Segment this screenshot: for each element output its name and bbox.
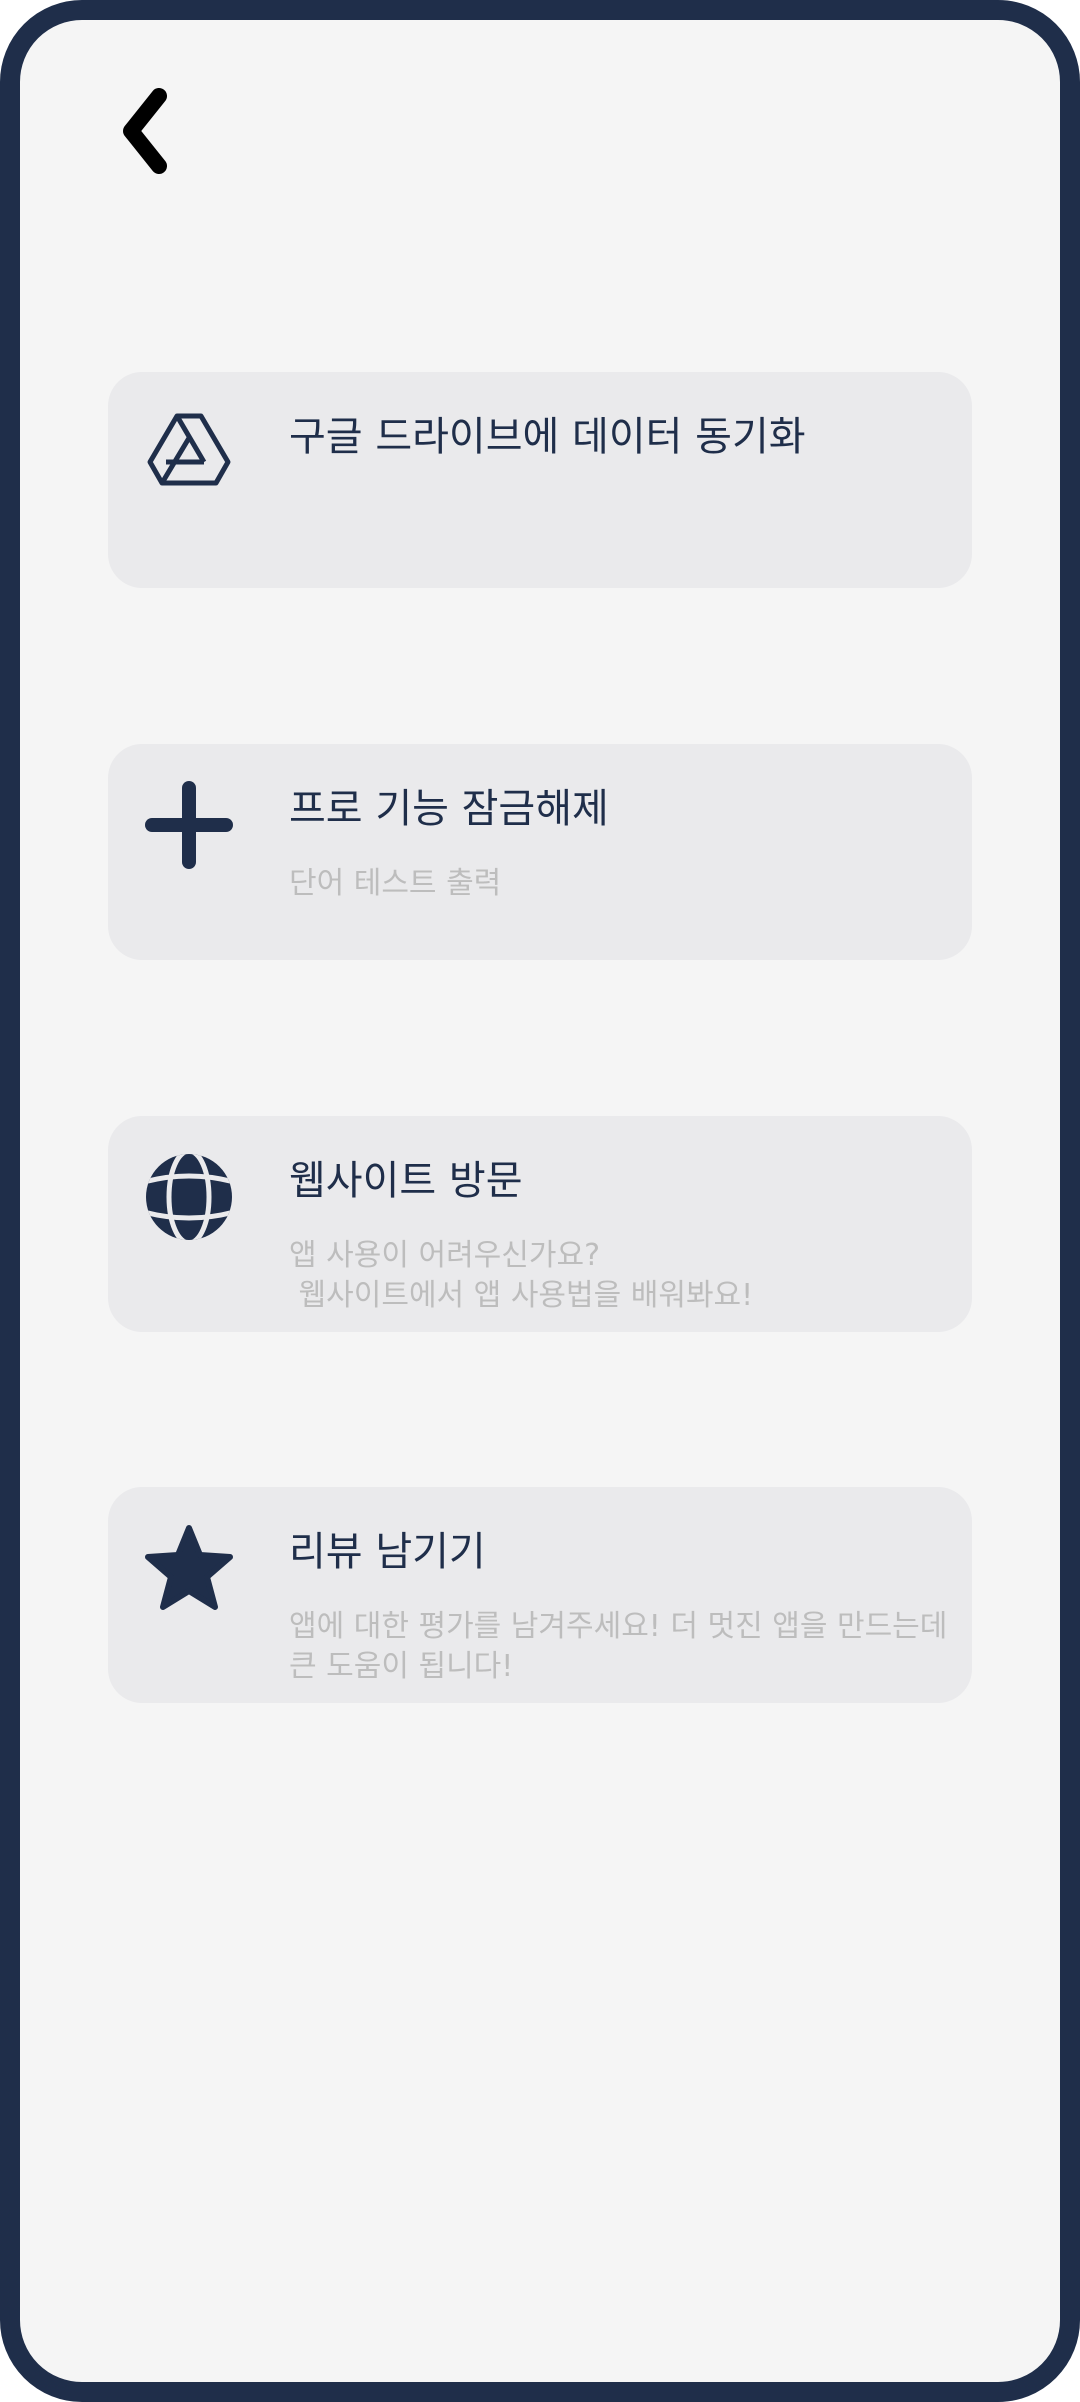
menu-item-google-drive-sync[interactable]: 구글 드라이브에 데이터 동기화: [108, 372, 972, 588]
back-button[interactable]: [102, 76, 192, 186]
menu-item-title: 리뷰 남기기: [289, 1529, 486, 1575]
star-icon: [144, 1523, 234, 1613]
globe-icon: [144, 1152, 234, 1242]
menu-item-visit-website[interactable]: 웹사이트 방문 앱 사용이 어려우신가요? 웹사이트에서 앱 사용법을 배워봐요…: [108, 1116, 972, 1332]
menu-item-title: 구글 드라이브에 데이터 동기화: [289, 414, 806, 460]
phone-frame: 구글 드라이브에 데이터 동기화 프로 기능 잠금해제 단어 테스트 출력 웹사…: [0, 0, 1080, 2402]
plus-icon: [144, 780, 234, 870]
menu-item-subtitle: 단어 테스트 출력: [289, 866, 502, 901]
menu-item-pro-unlock[interactable]: 프로 기능 잠금해제 단어 테스트 출력: [108, 744, 972, 960]
menu-item-title: 웹사이트 방문: [289, 1158, 523, 1204]
google-drive-icon: [144, 408, 234, 498]
menu-item-subtitle: 앱 사용이 어려우신가요? 웹사이트에서 앱 사용법을 배워봐요!: [289, 1238, 754, 1313]
menu-item-leave-review[interactable]: 리뷰 남기기 앱에 대한 평가를 남겨주세요! 더 멋진 앱을 만드는데 큰 도…: [108, 1487, 972, 1703]
chevron-left-icon: [123, 88, 167, 174]
menu-item-subtitle: 앱에 대한 평가를 남겨주세요! 더 멋진 앱을 만드는데 큰 도움이 됩니다!: [289, 1609, 957, 1684]
menu-item-title: 프로 기능 잠금해제: [289, 786, 609, 832]
